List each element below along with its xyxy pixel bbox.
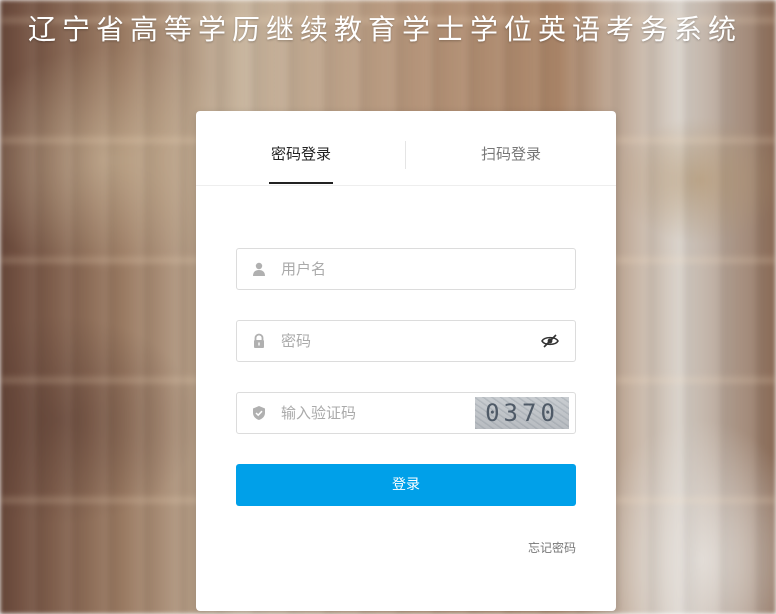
login-card: 密码登录 扫码登录 0370 登录 忘记密码 <box>196 111 616 611</box>
login-button[interactable]: 登录 <box>236 464 576 506</box>
captcha-field: 0370 <box>236 392 576 434</box>
login-tabs: 密码登录 扫码登录 <box>196 111 616 186</box>
eye-slash-icon[interactable] <box>541 333 559 349</box>
username-input[interactable] <box>281 249 511 289</box>
tab-password-login[interactable]: 密码登录 <box>256 111 346 185</box>
lock-icon <box>254 333 264 348</box>
tab-divider <box>405 141 406 169</box>
username-field <box>236 248 576 290</box>
forgot-password-link[interactable]: 忘记密码 <box>528 539 576 556</box>
user-icon <box>253 262 265 276</box>
page-title: 辽宁省高等学历继续教育学士学位英语考务系统 <box>28 13 743 46</box>
tab-qr-login[interactable]: 扫码登录 <box>466 111 556 185</box>
active-tab-indicator <box>269 182 333 184</box>
shield-icon <box>253 406 265 420</box>
captcha-image[interactable]: 0370 <box>475 397 569 429</box>
password-field <box>236 320 576 362</box>
password-input[interactable] <box>281 321 511 361</box>
